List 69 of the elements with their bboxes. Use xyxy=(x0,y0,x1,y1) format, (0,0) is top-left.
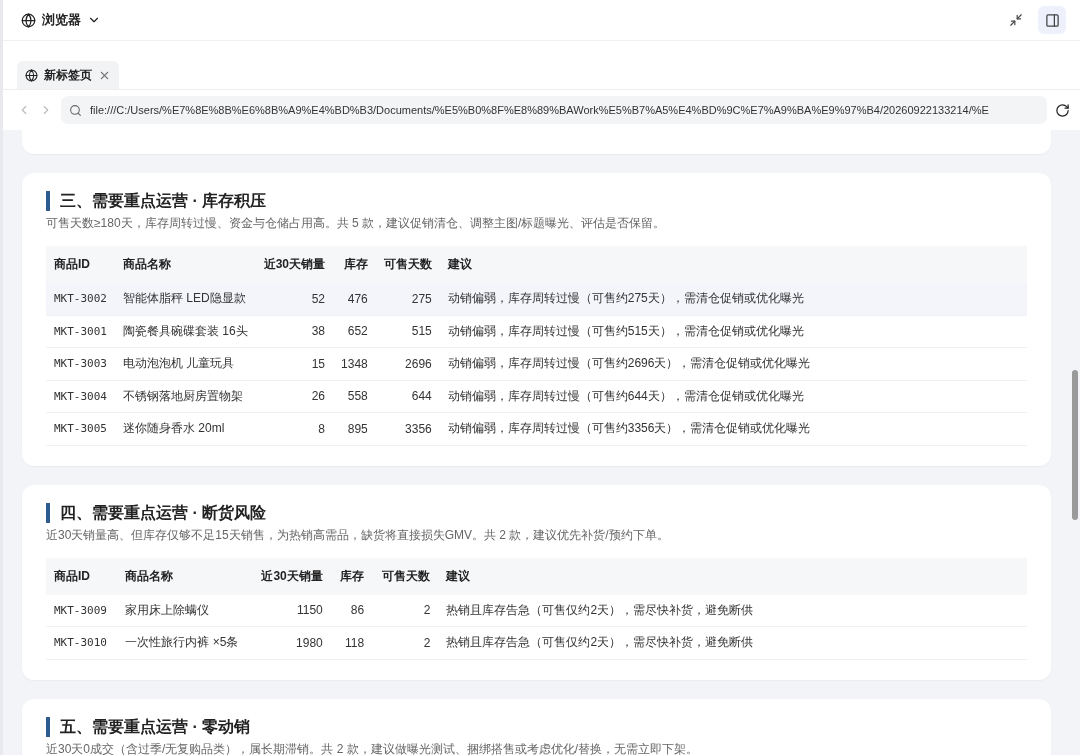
globe-icon xyxy=(25,68,38,82)
minimize-icon xyxy=(1009,13,1023,27)
table-cell: 26 xyxy=(255,380,334,413)
table-cell: 2696 xyxy=(375,347,440,380)
table-cell: MKT-3001 xyxy=(46,315,115,348)
side-panel-icon xyxy=(1044,12,1060,28)
app-title: 浏览器 xyxy=(42,11,81,29)
table-cell: 15 xyxy=(255,347,334,380)
table-cell: 558 xyxy=(333,380,376,413)
table-cell: 652 xyxy=(333,315,376,348)
section-description: 近30天0成交（含过季/无复购品类），属长期滞销。共 2 款，建议做曝光测试、捆绑搭售或考虑优化/替换，无需立即下架。 xyxy=(46,740,700,755)
column-header: 库存 xyxy=(330,557,373,595)
section-title: 四、需要重点运营 · 断货风险 xyxy=(46,502,1027,523)
table-cell: 智能体脂秤 LED隐显款 xyxy=(115,283,256,315)
table-cell: 不锈钢落地厨房置物架 xyxy=(115,380,256,413)
column-header: 商品ID xyxy=(46,246,115,283)
table-cell: MKT-3002 xyxy=(46,283,115,315)
table-cell: 动销偏弱，库存周转过慢（可售约3356天），需清仓促销或优化曝光 xyxy=(439,412,1027,445)
column-header: 近30天销量 xyxy=(255,246,334,283)
table-cell: 迷你随身香水 20ml xyxy=(115,412,256,445)
column-header: 商品ID xyxy=(46,557,118,595)
globe-icon xyxy=(21,12,36,28)
table-cell: 热销且库存告急（可售仅约2天），需尽快补货，避免断供 xyxy=(438,626,1027,659)
table-cell: 52 xyxy=(255,283,334,315)
table-cell: 2 xyxy=(372,594,439,627)
table-cell: 8 xyxy=(255,412,334,445)
reload-icon[interactable] xyxy=(1055,102,1070,118)
table-cell: 动销偏弱，库存周转过慢（可售约2696天），需清仓促销或优化曝光 xyxy=(439,347,1027,380)
column-header: 可售天数 xyxy=(375,246,440,283)
column-header: 商品名称 xyxy=(115,246,256,283)
section-title: 五、需要重点运营 · 零动销 xyxy=(46,716,1027,737)
table-cell: 2 xyxy=(372,626,439,659)
table-cell: MKT-3005 xyxy=(46,412,115,445)
table-cell: 家用床上除螨仪 xyxy=(117,594,251,627)
table-cell: MKT-3004 xyxy=(46,380,115,413)
table-cell: MKT-3003 xyxy=(46,347,115,380)
browser-tab[interactable]: 新标签页 xyxy=(17,61,119,89)
table-cell: 644 xyxy=(375,380,440,413)
table-cell: 3356 xyxy=(375,412,440,445)
table-cell: 动销偏弱，库存周转过慢（可售约275天），需清仓促销或优化曝光 xyxy=(439,283,1027,315)
column-header: 可售天数 xyxy=(372,557,439,595)
table-cell: 电动泡泡机 儿童玩具 xyxy=(115,347,256,380)
table-cell: 动销偏弱，库存周转过慢（可售约644天），需清仓促销或优化曝光 xyxy=(439,380,1027,413)
table-cell: MKT-3010 xyxy=(46,626,118,659)
column-header: 库存 xyxy=(333,246,376,283)
column-header: 建议 xyxy=(438,557,1027,595)
table-cell: 一次性旅行内裤 ×5条 xyxy=(117,626,251,659)
side-panel-button[interactable] xyxy=(1038,6,1066,34)
table-cell: 38 xyxy=(255,315,334,348)
scrollbar-thumb[interactable] xyxy=(1072,370,1078,520)
section-description: 近30天销量高、但库存仅够不足15天销售，为热销高需品，缺货将直接损失GMV。共 2 款，建议优先补货/预约下单。 xyxy=(46,526,670,544)
table-cell: 1348 xyxy=(333,347,376,380)
address-field[interactable]: file:///C:/Users/%E7%8E%8B%E6%8B%A9%E4%BD%B3/Documents/%E5%B0%8F%E8%89%BAWork%E5%B7%A5%E4%BD%9C%E7%A9%BA%E9%97%B4/20260922133214/%E xyxy=(61,96,1047,124)
column-header: 建议 xyxy=(439,246,1027,283)
table-cell: 275 xyxy=(375,283,440,315)
table-cell: 动销偏弱，库存周转过慢（可售约515天），需清仓促销或优化曝光 xyxy=(439,315,1027,348)
column-header: 商品名称 xyxy=(117,557,251,595)
table-cell: 1150 xyxy=(250,594,331,627)
table-cell: 1980 xyxy=(250,626,331,659)
table-cell: 895 xyxy=(333,412,376,445)
search-icon xyxy=(69,103,82,117)
table-cell: 陶瓷餐具碗碟套装 16头 xyxy=(115,315,256,348)
table-cell: 476 xyxy=(333,283,376,315)
table-cell: 515 xyxy=(375,315,440,348)
table-cell: 热销且库存告急（可售仅约2天），需尽快补货，避免断供 xyxy=(438,594,1027,627)
section-description: 可售天数≥180天，库存周转过慢、资金与仓储占用高。共 5 款，建议促销清仓、调整主图/标题曝光、评估是否保留。 xyxy=(46,215,667,232)
section-title: 三、需要重点运营 · 库存积压 xyxy=(46,191,1027,211)
column-header: 近30天销量 xyxy=(250,557,331,595)
table-cell: MKT-3009 xyxy=(46,594,118,627)
